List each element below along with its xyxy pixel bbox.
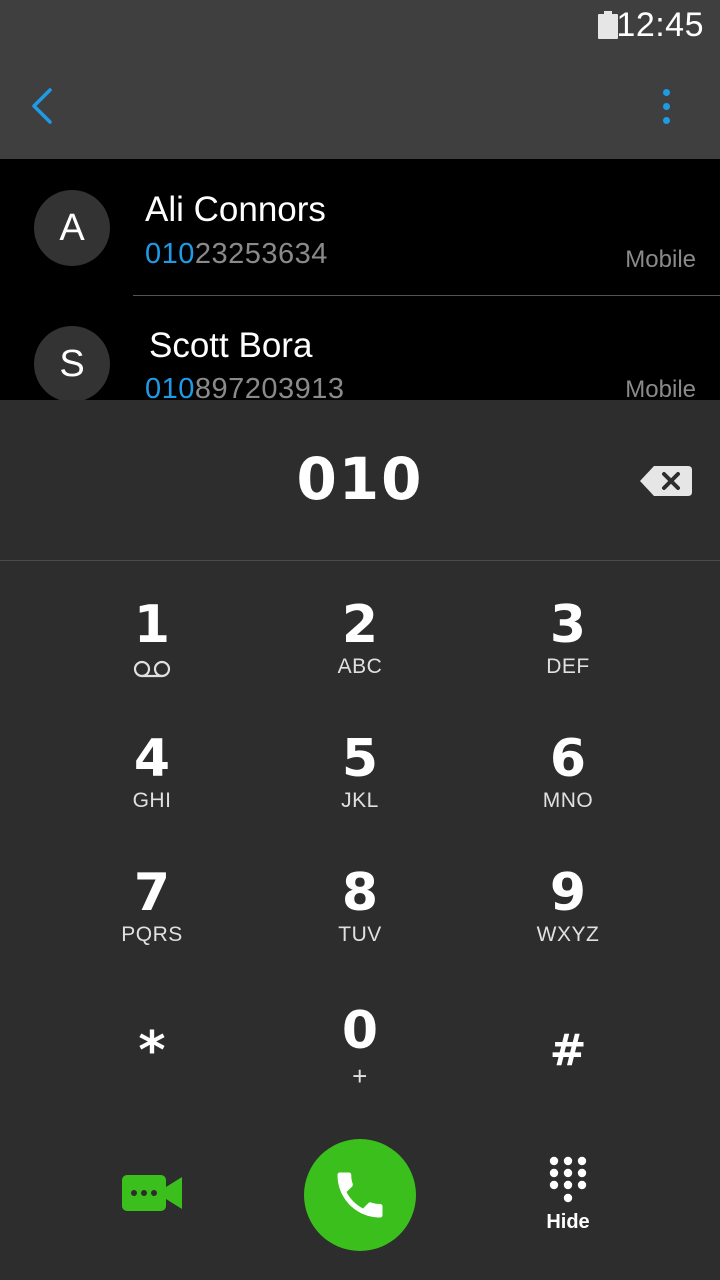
key-letters: + — [352, 1061, 368, 1091]
number-rest: 897203913 — [194, 373, 345, 400]
hide-dialpad-button[interactable]: Hide — [530, 1155, 606, 1245]
key-digit: 2 — [341, 595, 379, 655]
key-digit: 6 — [549, 729, 587, 789]
key-3[interactable]: 3 DEF — [468, 561, 668, 695]
more-vert-icon — [662, 88, 670, 96]
key-letters: WXYZ — [536, 923, 600, 946]
key-7[interactable]: 7 PQRS — [52, 829, 252, 963]
key-letters: DEF — [546, 655, 590, 678]
chevron-left-icon — [32, 88, 52, 124]
key-letters: JKL — [341, 789, 379, 812]
video-call-icon — [122, 1175, 182, 1211]
key-2[interactable]: 2 ABC — [260, 561, 460, 695]
key-0[interactable]: 0 + — [260, 967, 460, 1101]
key-6[interactable]: 6 MNO — [468, 695, 668, 829]
status-bar: 12:45 — [0, 0, 720, 52]
contact-name: Ali Connors — [145, 190, 326, 229]
key-letters: PQRS — [121, 923, 183, 946]
action-bar: Hide — [0, 1121, 720, 1280]
key-star[interactable]: * — [52, 967, 252, 1101]
key-8[interactable]: 8 TUV — [260, 829, 460, 963]
contact-number: 01023253634 — [145, 238, 328, 271]
contact-name: Scott Bora — [149, 326, 313, 365]
contact-row[interactable]: A Ali Connors 01023253634 Mobile — [0, 159, 720, 296]
voicemail-icon — [133, 660, 171, 678]
key-4[interactable]: 4 GHI — [52, 695, 252, 829]
key-digit: 0 — [341, 1001, 379, 1061]
number-rest: 23253634 — [194, 238, 328, 270]
contact-row[interactable]: S Scott Bora 010897203913 Mobile — [0, 296, 720, 400]
key-digit: 3 — [549, 595, 587, 655]
key-digit: 4 — [133, 729, 171, 789]
key-digit: 9 — [549, 863, 587, 923]
number-match: 010 — [145, 373, 195, 400]
key-digit: 8 — [341, 863, 379, 923]
key-letters: TUV — [338, 923, 382, 946]
key-digit: 5 — [341, 729, 379, 789]
call-button[interactable] — [304, 1139, 416, 1251]
key-digit: # — [549, 1025, 587, 1076]
avatar: S — [34, 326, 110, 400]
key-5[interactable]: 5 JKL — [260, 695, 460, 829]
video-call-button[interactable] — [120, 1171, 184, 1215]
key-letters: MNO — [542, 789, 594, 812]
number-type: Mobile — [625, 376, 696, 400]
phone-icon — [337, 1172, 383, 1218]
key-digit: * — [138, 1021, 166, 1081]
entered-digits[interactable]: 010 — [0, 445, 720, 513]
dialpad-icon — [549, 1156, 587, 1203]
status-time: 12:45 — [616, 6, 704, 44]
number-match: 010 — [145, 238, 195, 270]
backspace-button[interactable] — [638, 464, 696, 498]
backspace-icon — [640, 466, 692, 496]
contact-number: 010897203913 — [145, 373, 345, 400]
dialpad: 1 2 ABC 3 DEF 4 GHI 5 JKL 6 MNO 7 PQRS 8… — [0, 561, 720, 1121]
key-9[interactable]: 9 WXYZ — [468, 829, 668, 963]
digits-display: 010 — [0, 400, 720, 560]
contact-suggestions: A Ali Connors 01023253634 Mobile S Scott… — [0, 159, 720, 400]
number-type: Mobile — [625, 246, 696, 273]
key-digit: 7 — [133, 863, 171, 923]
battery-full-icon — [598, 11, 618, 39]
key-1[interactable]: 1 — [52, 561, 252, 695]
key-letters: GHI — [132, 789, 172, 812]
avatar: A — [34, 190, 110, 266]
back-button[interactable] — [20, 84, 64, 128]
key-digit: 1 — [133, 595, 171, 655]
app-bar — [0, 52, 720, 159]
more-options-button[interactable] — [642, 82, 690, 130]
key-letters: ABC — [337, 655, 383, 678]
hide-label: Hide — [546, 1211, 590, 1233]
key-hash[interactable]: # — [468, 967, 668, 1101]
